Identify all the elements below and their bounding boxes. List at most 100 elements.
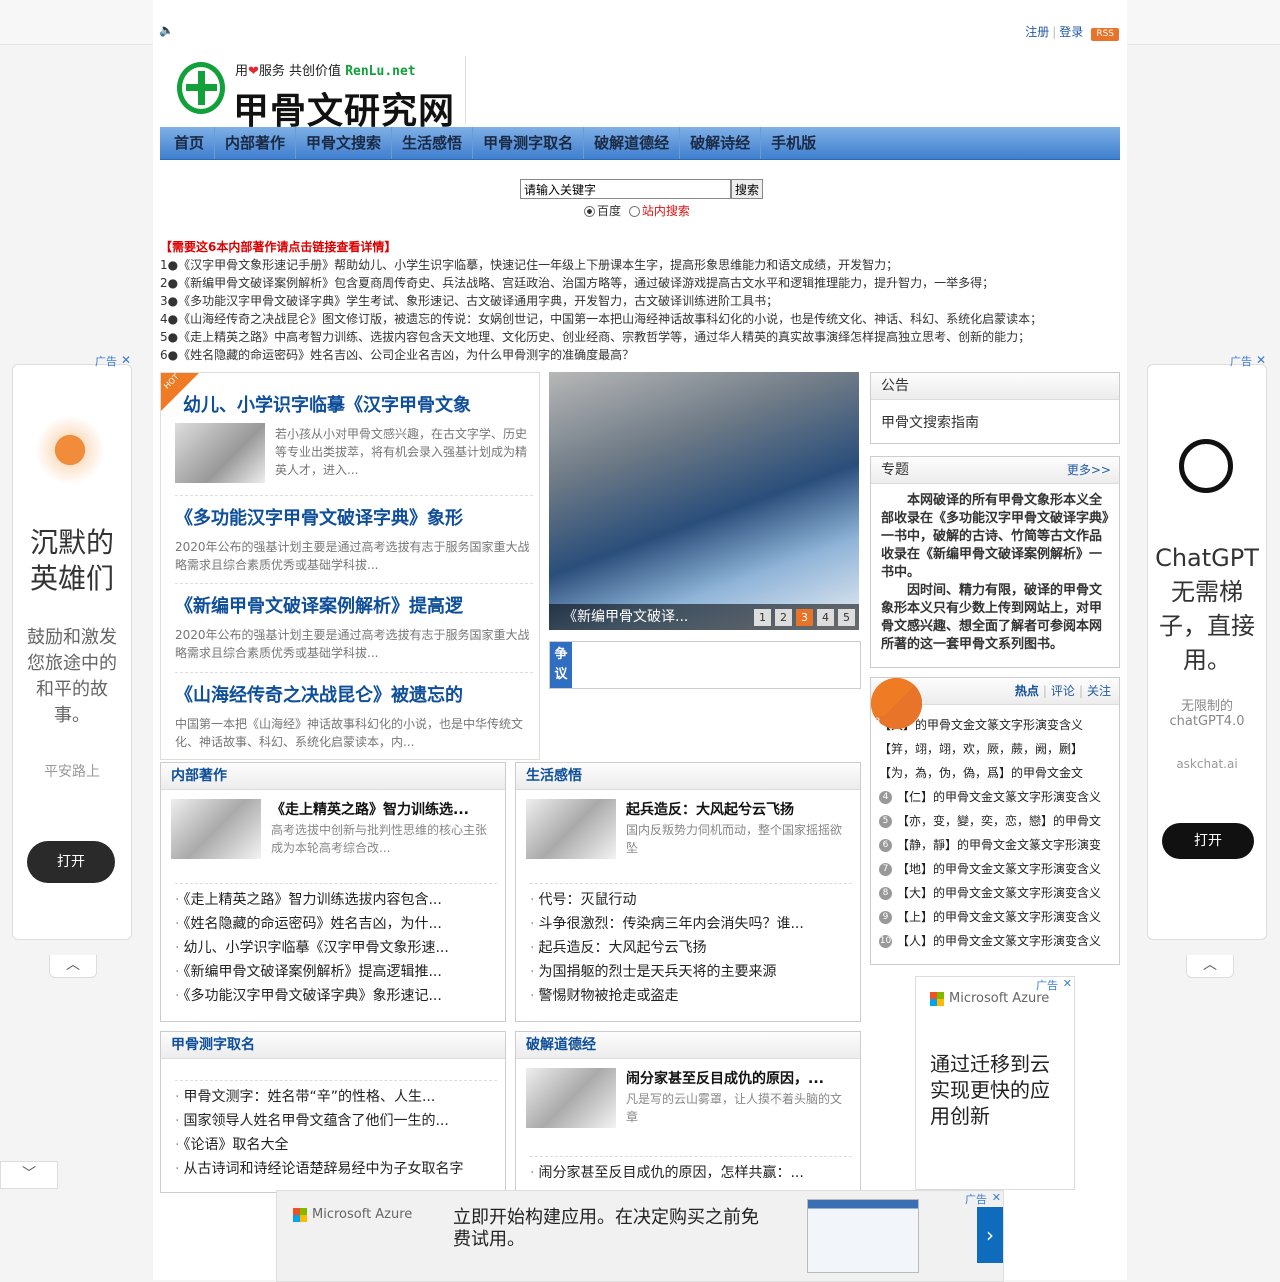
article-title[interactable]: 《走上精英之路》智力训练选...: [271, 799, 497, 819]
site-logo[interactable]: 用❤服务 共创价值 RenLu.net 甲骨文研究网: [171, 56, 466, 132]
left-ad-fold-button[interactable]: ︿: [49, 955, 97, 978]
nav-item-shijing[interactable]: 破解诗经: [680, 127, 762, 159]
list-item[interactable]: 警惕财物被抢走或盗走: [530, 984, 852, 1008]
section-title[interactable]: 生活感悟: [516, 763, 860, 790]
book-item[interactable]: 4●《山海经传奇之决战昆仑》图文修订版，被遗忘的传说：女娲创世记，中国第一本把山…: [160, 310, 1080, 328]
article-title[interactable]: 闹分家甚至反目成仇的原因，...: [626, 1068, 852, 1088]
notice-item[interactable]: 甲骨文搜索指南: [871, 400, 1119, 443]
slider-page-2[interactable]: 2: [775, 609, 792, 626]
section-title[interactable]: 甲骨测字取名: [161, 1032, 505, 1059]
list-item[interactable]: 幼儿、小学识字临摹《汉字甲骨文象形速...: [175, 936, 497, 960]
section-title[interactable]: 破解道德经: [516, 1032, 860, 1059]
radio-baidu[interactable]: [584, 206, 595, 217]
featured-thumbnail[interactable]: [175, 423, 265, 483]
register-link[interactable]: 注册: [1025, 25, 1049, 39]
rank-item[interactable]: 8 【大】的甲骨文金文篆文字形演变含义: [879, 881, 1119, 905]
article-title[interactable]: 起兵造反：大风起兮云飞扬: [626, 799, 852, 819]
slider-page-3[interactable]: 3: [796, 609, 813, 626]
article-thumbnail[interactable]: [526, 1068, 616, 1128]
rank-item[interactable]: 9 【上】的甲骨文金文篆文字形演变含义: [879, 905, 1119, 929]
list-item[interactable]: 从古诗词和诗经论语楚辞易经中为子女取名字: [175, 1157, 497, 1181]
list-item[interactable]: 闹分家甚至反目成仇的原因，怎样共赢：...: [530, 1161, 852, 1185]
rank-item[interactable]: 4 【仁】的甲骨文金文篆文字形演变含义: [879, 785, 1119, 809]
featured-title[interactable]: 《多功能汉字甲骨文破译字典》象形: [175, 504, 533, 530]
book-item[interactable]: 2●《新编甲骨文破译案例解析》包含夏商周传奇史、兵法战略、宫廷政治、治国方略等，…: [160, 274, 1080, 292]
ad-open-button[interactable]: 打开: [1162, 823, 1254, 859]
radio-site[interactable]: [628, 206, 640, 217]
search-button[interactable]: 搜索: [731, 179, 764, 199]
nav-item-mobile[interactable]: 手机版: [761, 127, 826, 159]
ad-close-icon[interactable]: ✕: [1256, 353, 1266, 367]
azure-side-ad[interactable]: 广告 ✕ Microsoft Azure 通过迁移到云实现更快的应用创新: [915, 976, 1075, 1190]
right-ad-fold-button[interactable]: ︿: [1186, 955, 1234, 978]
section-list: 闹分家甚至反目成仇的原因，怎样共赢：...: [530, 1156, 852, 1185]
collapse-ads-button[interactable]: ﹀: [0, 1161, 58, 1189]
right-ad[interactable]: 广告 ✕ ChatGPT无需梯子，直接用。 无限制的chatGPT4.0 ask…: [1147, 353, 1267, 940]
nav-item-life[interactable]: 生活感悟: [392, 127, 474, 159]
bottom-banner-ad[interactable]: 广告 ✕ Microsoft Azure 立即开始构建应用。在决定购买之前免费试…: [276, 1190, 1004, 1282]
rank-item[interactable]: 10 【人】的甲骨文金文篆文字形演变含义: [879, 929, 1119, 953]
rank-tab-hot[interactable]: 热点: [1015, 684, 1039, 698]
rank-item[interactable]: 6 【静，靜】的甲骨文金文篆文字形演变: [879, 833, 1119, 857]
book-item[interactable]: 1●《汉字甲骨文象形速记手册》帮助幼儿、小学生识字临摹，快速记住一年级上下册课本…: [160, 256, 1080, 274]
featured-item[interactable]: 《新编甲骨文破译案例解析》提高逻 2020年公布的强基计划主要是通过高考选拔有志…: [175, 583, 533, 662]
left-ad[interactable]: 广告 ✕ 沉默的英雄们 鼓励和激发您旅途中的和平的故事。 平安路上 打开: [12, 353, 132, 940]
slider-page-5[interactable]: 5: [838, 609, 855, 626]
list-item[interactable]: 国家领导人姓名甲骨文蕴含了他们一生的...: [175, 1109, 497, 1133]
ad-close-icon[interactable]: ✕: [992, 1191, 1001, 1204]
list-item[interactable]: 《多功能汉字甲骨文破译字典》象形速记...: [175, 984, 497, 1008]
article-desc: 国内反叛势力伺机而动，整个国家摇摇欲坠: [626, 823, 843, 855]
section-article[interactable]: 《走上精英之路》智力训练选... 高考选拔中创新与批判性思维的核心主张成为本轮高…: [171, 799, 497, 869]
featured-title[interactable]: 幼儿、小学识字临摹《汉字甲骨文象: [175, 391, 533, 417]
rank-item[interactable]: 5 【亦，变，變，奕，恋，戀】的甲骨文: [879, 809, 1119, 833]
topic-body: 本网破译的所有甲骨文象形本义全部收录在《多功能汉字甲骨文破译字典》一书中，破解的…: [881, 493, 1109, 652]
featured-item[interactable]: 《山海经传奇之决战昆仑》被遗忘的 中国第一本把《山海经》神话故事科幻化的小说，也…: [175, 672, 533, 751]
nav-item-daodejing[interactable]: 破解道德经: [584, 127, 681, 159]
featured-item[interactable]: 《多功能汉字甲骨文破译字典》象形 2020年公布的强基计划主要是通过高考选拔有志…: [175, 495, 533, 574]
nav-item-internal[interactable]: 内部著作: [215, 127, 297, 159]
rss-icon[interactable]: RSS: [1091, 28, 1119, 41]
rank-tab-follow[interactable]: 关注: [1087, 684, 1111, 698]
slider-page-4[interactable]: 4: [817, 609, 834, 626]
slider-page-1[interactable]: 1: [754, 609, 771, 626]
article-desc: 高考选拔中创新与批判性思维的核心主张成为本轮高考综合改...: [271, 823, 488, 855]
login-link[interactable]: 登录: [1059, 25, 1083, 39]
list-item[interactable]: 《姓名隐藏的命运密码》姓名吉凶，为什...: [175, 912, 497, 936]
topic-more-link[interactable]: 更多>>: [1067, 457, 1111, 483]
rank-item[interactable]: 2 【笄，翊，翊，欢，厥，蕨，阙，劂】: [871, 678, 1119, 761]
nav-item-search[interactable]: 甲骨文搜索: [296, 127, 393, 159]
list-item[interactable]: 起兵造反：大风起兮云飞扬: [530, 936, 852, 960]
search-input[interactable]: [520, 179, 731, 199]
list-item[interactable]: 甲骨文测字：姓名带“辛”的性格、人生...: [175, 1085, 497, 1109]
article-thumbnail[interactable]: [171, 799, 261, 859]
speaker-icon[interactable]: 🔈: [159, 23, 174, 37]
section-article[interactable]: 闹分家甚至反目成仇的原因，... 凡是写的云山雾罩，让人摸不着头脑的文章: [526, 1068, 852, 1138]
list-item[interactable]: 斗争很激烈：传染病三年内会消失吗？谁...: [530, 912, 852, 936]
image-slider[interactable]: 《新编甲骨文破译... 12345: [549, 372, 859, 630]
featured-item[interactable]: 幼儿、小学识字临摹《汉字甲骨文象 若小孩从小对甲骨文感兴趣，在古文字学、历史等专…: [175, 391, 533, 483]
list-item[interactable]: 《走上精英之路》智力训练选拔内容包含...: [175, 888, 497, 912]
chevron-right-icon[interactable]: ›: [977, 1207, 1003, 1263]
rank-tab-comment[interactable]: 评论: [1051, 684, 1075, 698]
article-thumbnail[interactable]: [526, 799, 616, 859]
book-item[interactable]: 5●《走上精英之路》中高考智力训练、选拔内容包含天文地理、文化历史、创业经商、宗…: [160, 328, 1080, 346]
featured-title[interactable]: 《新编甲骨文破译案例解析》提高逻: [175, 592, 533, 618]
book-item[interactable]: 6●《姓名隐藏的命运密码》姓名吉凶、公司企业名吉凶，为什么甲骨测字的准确度最高？: [160, 346, 1080, 364]
ad-open-button[interactable]: 打开: [27, 841, 115, 883]
section-title[interactable]: 内部著作: [161, 763, 505, 790]
featured-title[interactable]: 《山海经传奇之决战昆仑》被遗忘的: [175, 681, 533, 707]
list-item[interactable]: 为国捐躯的烈士是天兵天将的主要来源: [530, 960, 852, 984]
logo-cross-icon: [177, 62, 225, 114]
ad-close-icon[interactable]: ✕: [1063, 977, 1072, 990]
list-item[interactable]: 代号：灭鼠行动: [530, 888, 852, 912]
nav-item-home[interactable]: 首页: [160, 127, 216, 159]
list-item[interactable]: 《新编甲骨文破译案例解析》提高逻辑推...: [175, 960, 497, 984]
ad-close-icon[interactable]: ✕: [121, 353, 131, 367]
rank-item[interactable]: 3 【为，為，伪，偽，爲】的甲骨文金文: [871, 678, 1119, 785]
section-article[interactable]: 起兵造反：大风起兮云飞扬 国内反叛势力伺机而动，整个国家摇摇欲坠: [526, 799, 852, 869]
nav-item-naming[interactable]: 甲骨测字取名: [473, 127, 585, 159]
book-promo-heading[interactable]: 【需要这6本内部著作请点击链接查看详情】: [160, 238, 1080, 256]
book-item[interactable]: 3●《多功能汉字甲骨文破译字典》学生考试、象形速记、古文破译通用字典，开发智力，…: [160, 292, 1080, 310]
list-item[interactable]: 《论语》取名大全: [175, 1133, 497, 1157]
rank-item[interactable]: 7 【地】的甲骨文金文篆文字形演变含义: [879, 857, 1119, 881]
